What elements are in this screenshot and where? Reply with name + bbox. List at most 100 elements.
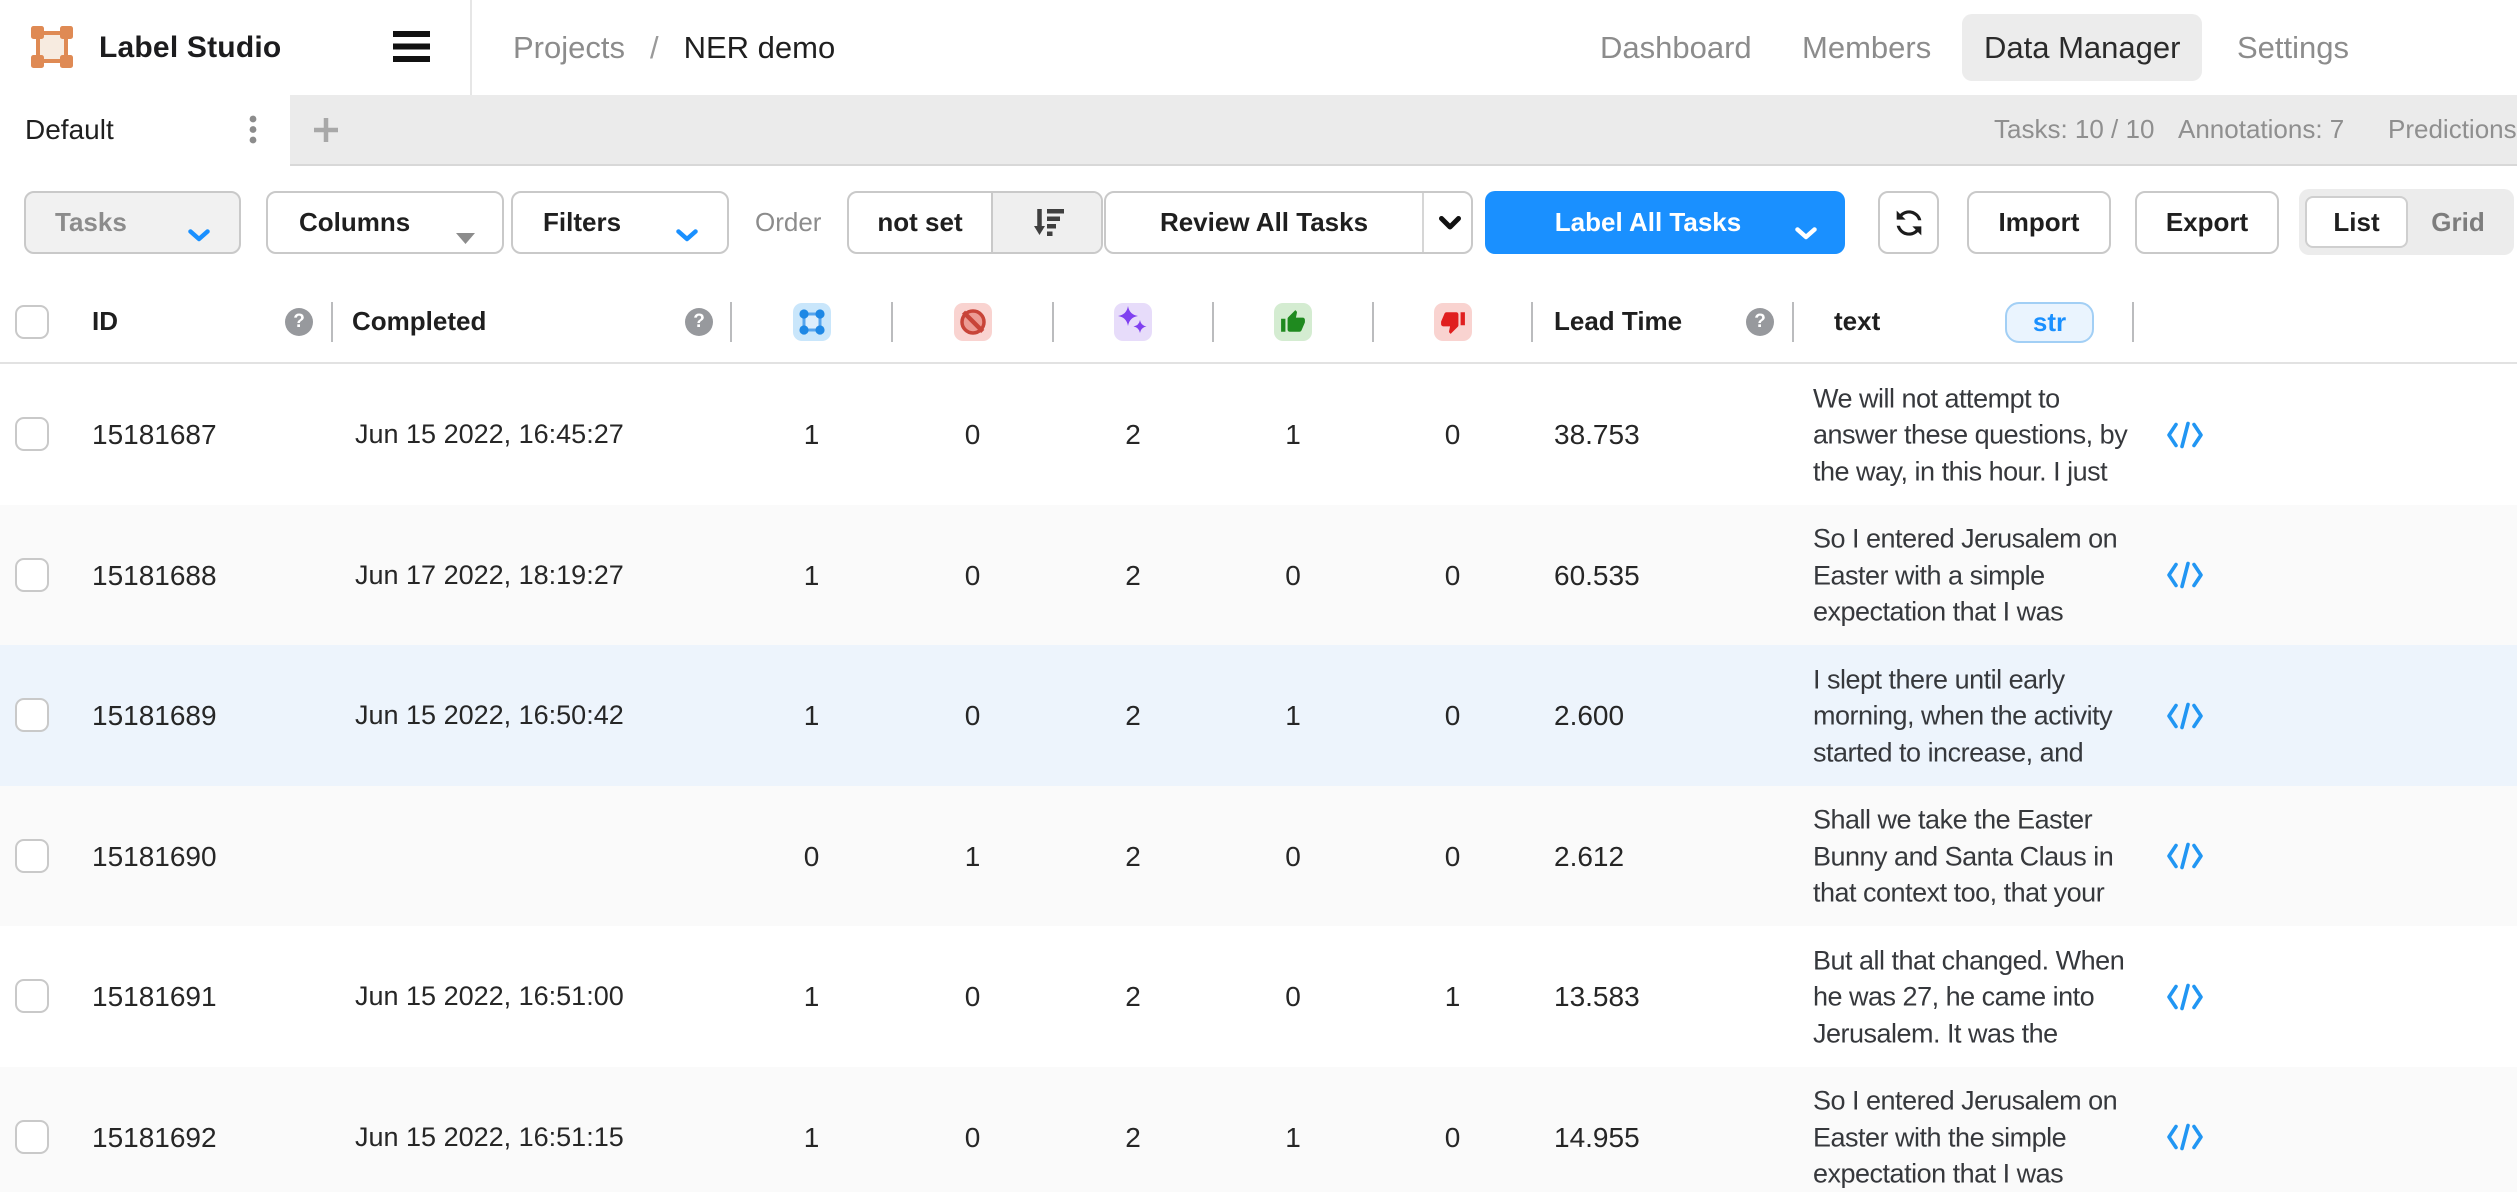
cell-completed: Jun 15 2022, 16:45:27 bbox=[355, 364, 624, 505]
cell-text: Shall we take the Easter Bunny and Santa… bbox=[1813, 801, 2113, 911]
cell-id: 15181691 bbox=[92, 926, 217, 1067]
cell-cancelled: 0 bbox=[892, 645, 1053, 786]
help-icon[interactable] bbox=[685, 308, 713, 336]
label-studio-logo-icon[interactable] bbox=[30, 25, 74, 69]
cell-completed: Jun 15 2022, 16:50:42 bbox=[355, 645, 624, 786]
stat-predictions-count: Predictions: 20 bbox=[2388, 95, 2517, 164]
column-header-cancelled-annotations[interactable] bbox=[954, 303, 992, 341]
refresh-button[interactable] bbox=[1878, 191, 1939, 254]
tab-default[interactable]: Default bbox=[0, 95, 290, 166]
column-type-badge[interactable]: str bbox=[2005, 302, 2094, 343]
row-checkbox[interactable] bbox=[15, 558, 49, 592]
help-icon[interactable] bbox=[285, 308, 313, 336]
export-button[interactable]: Export bbox=[2135, 191, 2279, 254]
cell-annotations: 1 bbox=[731, 364, 892, 505]
review-all-tasks-button[interactable]: Review All Tasks bbox=[1106, 193, 1422, 252]
cell-rejected: 0 bbox=[1373, 1067, 1532, 1192]
cell-predictions: 2 bbox=[1053, 926, 1213, 1067]
view-list-button[interactable]: List bbox=[2305, 196, 2408, 248]
column-header-text[interactable]: text bbox=[1834, 281, 1880, 362]
nav-members[interactable]: Members bbox=[1802, 0, 1931, 95]
row-checkbox[interactable] bbox=[15, 979, 49, 1013]
cell-rejected: 0 bbox=[1373, 364, 1532, 505]
cell-completed: Jun 15 2022, 16:51:00 bbox=[355, 926, 624, 1067]
column-header-completed[interactable]: Completed bbox=[352, 281, 486, 362]
tab-default-label: Default bbox=[25, 95, 114, 164]
order-value-button[interactable]: not set bbox=[849, 193, 991, 252]
header-divider bbox=[470, 0, 472, 95]
sparkles-icon bbox=[1114, 303, 1152, 341]
column-divider bbox=[331, 302, 333, 342]
cancelled-icon bbox=[954, 303, 992, 341]
column-header-id[interactable]: ID bbox=[92, 281, 118, 362]
row-checkbox[interactable] bbox=[15, 839, 49, 873]
view-source-icon[interactable] bbox=[2160, 364, 2210, 505]
breadcrumb-projects[interactable]: Projects bbox=[513, 30, 625, 66]
cell-id: 15181688 bbox=[92, 505, 217, 646]
cell-text: We will not attempt to answer these ques… bbox=[1813, 380, 2127, 490]
view-source-icon[interactable] bbox=[2160, 645, 2210, 786]
review-dropdown-toggle[interactable] bbox=[1422, 193, 1473, 252]
row-checkbox[interactable] bbox=[15, 417, 49, 451]
chevron-down-icon bbox=[1795, 216, 1817, 247]
cell-rejected: 1 bbox=[1373, 926, 1532, 1067]
cell-accepted: 1 bbox=[1213, 645, 1373, 786]
chevron-down-icon bbox=[188, 218, 210, 249]
table-row[interactable]: 15181689 Jun 15 2022, 16:50:42 1 0 2 1 0… bbox=[0, 645, 2517, 786]
cell-predictions: 2 bbox=[1053, 645, 1213, 786]
view-source-icon[interactable] bbox=[2160, 926, 2210, 1067]
chevron-down-icon bbox=[1439, 216, 1461, 230]
cell-accepted: 0 bbox=[1213, 786, 1373, 927]
refresh-icon bbox=[1890, 204, 1928, 242]
filters-dropdown-label: Filters bbox=[543, 207, 621, 237]
row-checkbox[interactable] bbox=[15, 698, 49, 732]
import-button[interactable]: Import bbox=[1967, 191, 2111, 254]
cell-predictions: 2 bbox=[1053, 786, 1213, 927]
label-all-tasks-label: Label All Tasks bbox=[1485, 191, 1811, 254]
cell-accepted: 1 bbox=[1213, 364, 1373, 505]
cell-cancelled: 0 bbox=[892, 364, 1053, 505]
cell-predictions: 2 bbox=[1053, 364, 1213, 505]
sort-direction-button[interactable] bbox=[991, 193, 1103, 252]
columns-dropdown[interactable]: Columns bbox=[266, 191, 504, 254]
column-divider bbox=[1052, 302, 1054, 342]
column-header-lead-time[interactable]: Lead Time bbox=[1554, 281, 1682, 362]
table-row[interactable]: 15181687 Jun 15 2022, 16:45:27 1 0 2 1 0… bbox=[0, 364, 2517, 505]
select-all-checkbox[interactable] bbox=[15, 305, 49, 339]
cell-annotations: 1 bbox=[731, 1067, 892, 1192]
table-row[interactable]: 15181691 Jun 15 2022, 16:51:00 1 0 2 0 1… bbox=[0, 926, 2517, 1067]
table-row[interactable]: 15181692 Jun 15 2022, 16:51:15 1 0 2 1 0… bbox=[0, 1067, 2517, 1192]
nav-settings[interactable]: Settings bbox=[2237, 0, 2349, 95]
hamburger-menu-icon[interactable] bbox=[393, 31, 430, 62]
nav-data-manager[interactable]: Data Manager bbox=[1962, 14, 2202, 81]
nav-dashboard[interactable]: Dashboard bbox=[1600, 0, 1752, 95]
column-header-annotations[interactable] bbox=[793, 303, 831, 341]
annotations-icon bbox=[793, 303, 831, 341]
column-header-rejected[interactable] bbox=[1434, 303, 1472, 341]
column-header-accepted[interactable] bbox=[1274, 303, 1312, 341]
app-title: Label Studio bbox=[99, 0, 281, 95]
tasks-dropdown[interactable]: Tasks bbox=[24, 191, 241, 254]
order-label: Order bbox=[755, 191, 821, 254]
cell-lead-time: 13.583 bbox=[1554, 926, 1640, 1067]
filters-dropdown[interactable]: Filters bbox=[511, 191, 729, 254]
order-value-control: not set bbox=[847, 191, 1103, 254]
label-all-tasks-button[interactable]: Label All Tasks bbox=[1485, 191, 1845, 254]
help-icon[interactable] bbox=[1746, 308, 1774, 336]
cell-id: 15181690 bbox=[92, 786, 217, 927]
tab-options-kebab-icon[interactable] bbox=[240, 114, 266, 146]
add-tab-icon[interactable] bbox=[312, 116, 340, 144]
cell-id: 15181689 bbox=[92, 645, 217, 786]
column-divider bbox=[1212, 302, 1214, 342]
row-checkbox[interactable] bbox=[15, 1120, 49, 1154]
column-header-predictions[interactable] bbox=[1114, 303, 1152, 341]
breadcrumb: Projects / NER demo bbox=[513, 0, 835, 95]
view-grid-button[interactable]: Grid bbox=[2408, 189, 2508, 255]
table-row[interactable]: 15181688 Jun 17 2022, 18:19:27 1 0 2 0 0… bbox=[0, 505, 2517, 646]
column-divider bbox=[1372, 302, 1374, 342]
view-source-icon[interactable] bbox=[2160, 1067, 2210, 1192]
table-row[interactable]: 15181690 0 1 2 0 0 2.612 Shall we take t… bbox=[0, 786, 2517, 927]
view-source-icon[interactable] bbox=[2160, 505, 2210, 646]
view-source-icon[interactable] bbox=[2160, 786, 2210, 927]
cell-lead-time: 2.612 bbox=[1554, 786, 1624, 927]
